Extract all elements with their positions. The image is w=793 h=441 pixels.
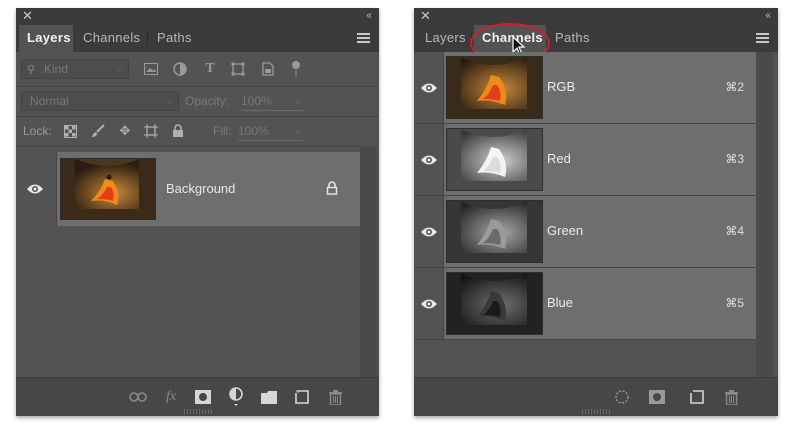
fill-label: Fill: <box>213 124 232 138</box>
panel-title-strip: ✕ ‹‹ <box>414 8 778 25</box>
opacity-label: Opacity: <box>185 94 230 108</box>
lock-row: Lock: ✥ Fill: 100% ⌵ <box>16 116 379 147</box>
layer-name[interactable]: Background <box>166 181 235 196</box>
panel-title-strip: ✕ ‹‹ <box>16 8 379 25</box>
trash-icon[interactable] <box>326 388 344 406</box>
resize-grip[interactable] <box>183 409 212 414</box>
layers-scrollbar[interactable] <box>360 146 377 378</box>
channel-row-blue[interactable]: Blue ⌘5 <box>414 268 756 340</box>
layer-row-background[interactable]: Background <box>16 152 360 226</box>
trash-icon[interactable] <box>722 388 740 406</box>
search-icon: ⚲ <box>27 64 36 76</box>
close-icon[interactable]: ✕ <box>420 9 431 23</box>
adjustment-icon[interactable] <box>227 387 245 406</box>
tab-bar: Layers Channels Paths <box>16 25 379 52</box>
lock-transparency-icon[interactable] <box>62 123 78 139</box>
shape-filter-icon[interactable] <box>230 62 246 76</box>
panel-menu-icon[interactable] <box>357 33 370 43</box>
collapse-icon[interactable]: ‹‹ <box>765 10 771 21</box>
blend-row: Normal ⌵ Opacity: 100% ⌵ <box>16 86 379 117</box>
lock-label: Lock: <box>23 124 52 138</box>
chevron-down-icon: ⌵ <box>294 126 301 136</box>
smart-object-filter-icon[interactable] <box>260 62 276 76</box>
tab-layers[interactable]: Layers <box>417 25 469 52</box>
adjustment-filter-icon[interactable] <box>172 62 188 76</box>
eye-icon[interactable] <box>420 82 438 94</box>
collapse-icon[interactable]: ‹‹ <box>366 10 372 21</box>
lock-artboard-icon[interactable] <box>143 123 159 139</box>
resize-grip[interactable] <box>582 409 610 414</box>
channels-scrollbar[interactable] <box>756 52 773 378</box>
channel-thumbnail[interactable] <box>446 128 543 191</box>
chevron-down-icon: ⌵ <box>116 63 123 73</box>
new-channel-icon[interactable] <box>688 388 706 406</box>
channel-thumbnail[interactable] <box>446 200 543 263</box>
lock-brush-icon[interactable] <box>90 123 106 139</box>
type-filter-icon[interactable]: T <box>202 61 218 76</box>
eye-icon[interactable] <box>420 298 438 310</box>
channel-name[interactable]: Blue <box>547 295 573 310</box>
channel-name[interactable]: RGB <box>547 79 575 94</box>
channel-shortcut: ⌘4 <box>725 224 744 238</box>
tab-layers[interactable]: Layers <box>19 25 73 52</box>
pixel-filter-icon[interactable] <box>143 62 159 76</box>
close-icon[interactable]: ✕ <box>22 9 33 23</box>
blend-mode-value: Normal <box>30 94 69 108</box>
fill-value: 100% <box>238 124 269 138</box>
channels-footer <box>414 377 778 416</box>
channel-row-rgb[interactable]: RGB ⌘2 <box>414 52 756 124</box>
lock-all-icon[interactable] <box>170 123 186 139</box>
layer-lock-icon <box>326 181 338 195</box>
channel-row-red[interactable]: Red ⌘3 <box>414 124 756 196</box>
tab-paths[interactable]: Paths <box>149 25 199 52</box>
channel-name[interactable]: Green <box>547 223 583 238</box>
visibility-column <box>414 124 444 195</box>
new-layer-icon[interactable] <box>293 388 311 406</box>
load-selection-icon[interactable] <box>613 388 631 406</box>
eye-icon[interactable] <box>26 183 44 195</box>
layers-footer: fx <box>16 377 379 416</box>
tab-paths[interactable]: Paths <box>547 25 597 52</box>
channel-shortcut: ⌘3 <box>725 152 744 166</box>
channels-panel: ✕ ‹‹ Layers Channels Paths RGB ⌘2 Red ⌘3 Gre… <box>414 8 778 416</box>
visibility-column <box>16 152 57 226</box>
mask-icon[interactable] <box>194 388 212 406</box>
channel-name[interactable]: Red <box>547 151 571 166</box>
blend-mode-select[interactable]: Normal ⌵ <box>21 91 179 111</box>
filter-kind-select[interactable]: ⚲ Kind ⌵ <box>21 59 129 79</box>
lock-position-icon[interactable]: ✥ <box>117 123 133 139</box>
layers-panel: ✕ ‹‹ Layers Channels Paths ⚲ Kind ⌵ T No… <box>16 8 379 416</box>
visibility-column <box>414 268 444 339</box>
link-icon[interactable] <box>129 388 147 406</box>
channel-thumbnail[interactable] <box>446 272 543 335</box>
opacity-value: 100% <box>241 94 272 108</box>
channel-row-green[interactable]: Green ⌘4 <box>414 196 756 268</box>
filter-row: ⚲ Kind ⌵ T <box>16 52 379 87</box>
chevron-down-icon: ⌵ <box>294 96 301 106</box>
tab-bar: Layers Channels Paths <box>414 25 778 52</box>
fill-field[interactable]: 100% ⌵ <box>238 122 303 141</box>
channel-thumbnail[interactable] <box>446 56 543 119</box>
panel-menu-icon[interactable] <box>756 33 769 43</box>
visibility-column <box>414 52 444 123</box>
tab-channels[interactable]: Channels <box>75 25 147 52</box>
opacity-field[interactable]: 100% ⌵ <box>241 92 303 111</box>
filter-toggle-icon[interactable] <box>288 61 304 77</box>
save-selection-icon[interactable] <box>648 388 666 406</box>
tab-divider <box>147 31 148 46</box>
channel-shortcut: ⌘5 <box>725 296 744 310</box>
fx-icon[interactable]: fx <box>162 388 180 406</box>
chevron-down-icon: ⌵ <box>166 95 173 105</box>
eye-icon[interactable] <box>420 226 438 238</box>
folder-icon[interactable] <box>260 388 278 406</box>
filter-kind-label: Kind <box>44 62 69 76</box>
channel-shortcut: ⌘2 <box>725 80 744 94</box>
eye-icon[interactable] <box>420 154 438 166</box>
layer-thumbnail[interactable] <box>60 158 156 220</box>
visibility-column <box>414 196 444 267</box>
